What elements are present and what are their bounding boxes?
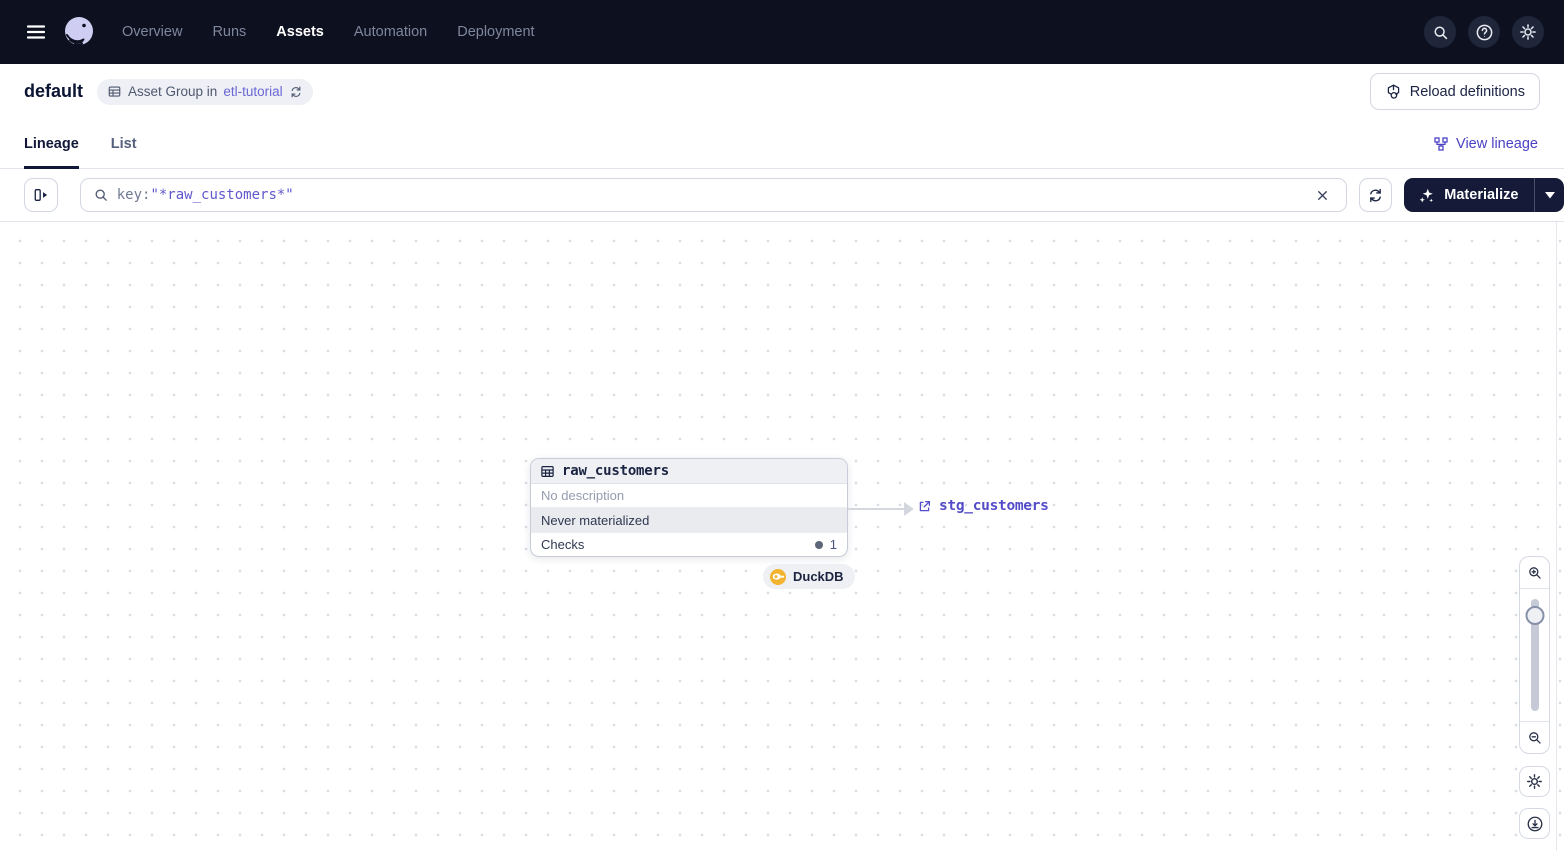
- help-icon: [1476, 24, 1492, 40]
- sparkles-icon: [1419, 188, 1434, 202]
- materialize-split-button: Materialize: [1404, 178, 1564, 212]
- filter-key-prefix: key:: [116, 187, 151, 203]
- dagster-app: Overview Runs Assets Automation Deployme…: [0, 0, 1564, 851]
- check-status-dot: [814, 540, 823, 549]
- dagster-logo[interactable]: [60, 13, 98, 51]
- asset-checks-row[interactable]: Checks 1: [531, 532, 847, 556]
- nav-item-assets[interactable]: Assets: [276, 24, 324, 40]
- lineage-edge: [848, 508, 905, 510]
- tabs-row: Lineage List View lineage: [0, 119, 1564, 169]
- asset-filter-query: key: "*raw_customers*": [117, 187, 1310, 203]
- lineage-graph-icon: [1434, 136, 1448, 151]
- refresh-icon: [1370, 188, 1381, 202]
- zoom-in-button[interactable]: [1520, 557, 1549, 589]
- hamburger-menu-button[interactable]: [22, 18, 50, 46]
- kind-tag-label: DuckDB: [793, 569, 844, 584]
- zoom-slider[interactable]: [1520, 589, 1549, 721]
- lineage-canvas[interactable]: raw_customers No description Never mater…: [0, 222, 1564, 851]
- dagster-logo-icon: [65, 17, 93, 46]
- downstream-asset-stg-customers[interactable]: stg_customers: [917, 498, 1049, 514]
- checks-count: 1: [829, 537, 837, 552]
- global-search-button[interactable]: [1424, 16, 1456, 48]
- zoom-slider-handle[interactable]: [1525, 606, 1544, 625]
- refresh-graph-button[interactable]: [1358, 178, 1393, 212]
- asset-name: raw_customers: [562, 463, 669, 479]
- sidebar-toggle-button[interactable]: [24, 178, 58, 212]
- code-location-link[interactable]: etl-tutorial: [223, 84, 282, 99]
- table-icon: [108, 86, 121, 97]
- scrollbar-gutter: [1556, 222, 1557, 851]
- nav-item-deployment[interactable]: Deployment: [457, 24, 534, 40]
- asset-node-raw-customers[interactable]: raw_customers No description Never mater…: [530, 458, 848, 557]
- nav-item-automation[interactable]: Automation: [354, 24, 427, 40]
- clear-filter-button[interactable]: [1310, 182, 1336, 208]
- gear-icon: [1527, 774, 1542, 789]
- recenter-button[interactable]: [1519, 808, 1550, 839]
- lineage-toolbar: key: "*raw_customers*" Materialize: [0, 169, 1564, 222]
- downstream-asset-label: stg_customers: [939, 498, 1049, 514]
- zoom-control-panel: [1519, 556, 1550, 754]
- gear-icon: [1520, 24, 1536, 40]
- search-icon: [95, 189, 107, 201]
- page-title: default: [24, 81, 84, 101]
- asset-group-badge: Asset Group in etl-tutorial: [97, 78, 313, 105]
- asset-filter-input[interactable]: key: "*raw_customers*": [79, 178, 1347, 212]
- asset-description-row: No description: [531, 484, 847, 508]
- primary-nav: Overview Runs Assets Automation Deployme…: [122, 24, 535, 40]
- top-nav: Overview Runs Assets Automation Deployme…: [0, 0, 1564, 64]
- nav-icon-group: [1424, 16, 1544, 48]
- page-header: default Asset Group in etl-tutorial Relo…: [0, 64, 1564, 119]
- external-link-icon: [919, 500, 931, 511]
- table-icon: [541, 465, 554, 477]
- circle-arrow-down-icon: [1527, 816, 1542, 831]
- help-button[interactable]: [1468, 16, 1500, 48]
- graph-settings-button[interactable]: [1519, 766, 1550, 797]
- filter-key-value: "*raw_customers*": [150, 187, 294, 203]
- zoom-out-button[interactable]: [1520, 721, 1549, 753]
- asset-status-row: Never materialized: [531, 508, 847, 532]
- chevron-down-icon: [1544, 191, 1555, 198]
- view-lineage-link[interactable]: View lineage: [1433, 119, 1538, 168]
- tab-lineage[interactable]: Lineage: [24, 119, 79, 169]
- view-lineage-label: View lineage: [1456, 135, 1538, 152]
- asset-node-header[interactable]: raw_customers: [531, 459, 847, 484]
- nav-item-runs[interactable]: Runs: [212, 24, 246, 40]
- kind-tag-duckdb[interactable]: DuckDB: [763, 564, 855, 589]
- materialize-options-button[interactable]: [1535, 178, 1564, 212]
- hamburger-icon: [26, 25, 46, 39]
- checks-label: Checks: [541, 537, 585, 552]
- reload-definitions-label: Reload definitions: [1409, 83, 1525, 100]
- user-settings-button[interactable]: [1512, 16, 1544, 48]
- sync-status-icon[interactable]: [289, 85, 303, 99]
- reload-definitions-icon: [1387, 84, 1399, 99]
- zoom-in-icon: [1528, 566, 1541, 579]
- reload-definitions-button[interactable]: Reload definitions: [1369, 73, 1540, 110]
- search-icon: [1433, 25, 1447, 39]
- materialize-button[interactable]: Materialize: [1404, 178, 1534, 212]
- close-icon: [1318, 190, 1327, 200]
- duckdb-icon: [770, 568, 786, 585]
- panel-expand-icon: [34, 189, 47, 201]
- lineage-edge-arrowhead: [904, 502, 914, 516]
- nav-item-overview[interactable]: Overview: [122, 24, 182, 40]
- zoom-out-icon: [1528, 731, 1541, 744]
- tab-list[interactable]: List: [111, 119, 137, 168]
- materialize-label: Materialize: [1444, 187, 1519, 203]
- asset-group-badge-text: Asset Group in: [128, 84, 218, 99]
